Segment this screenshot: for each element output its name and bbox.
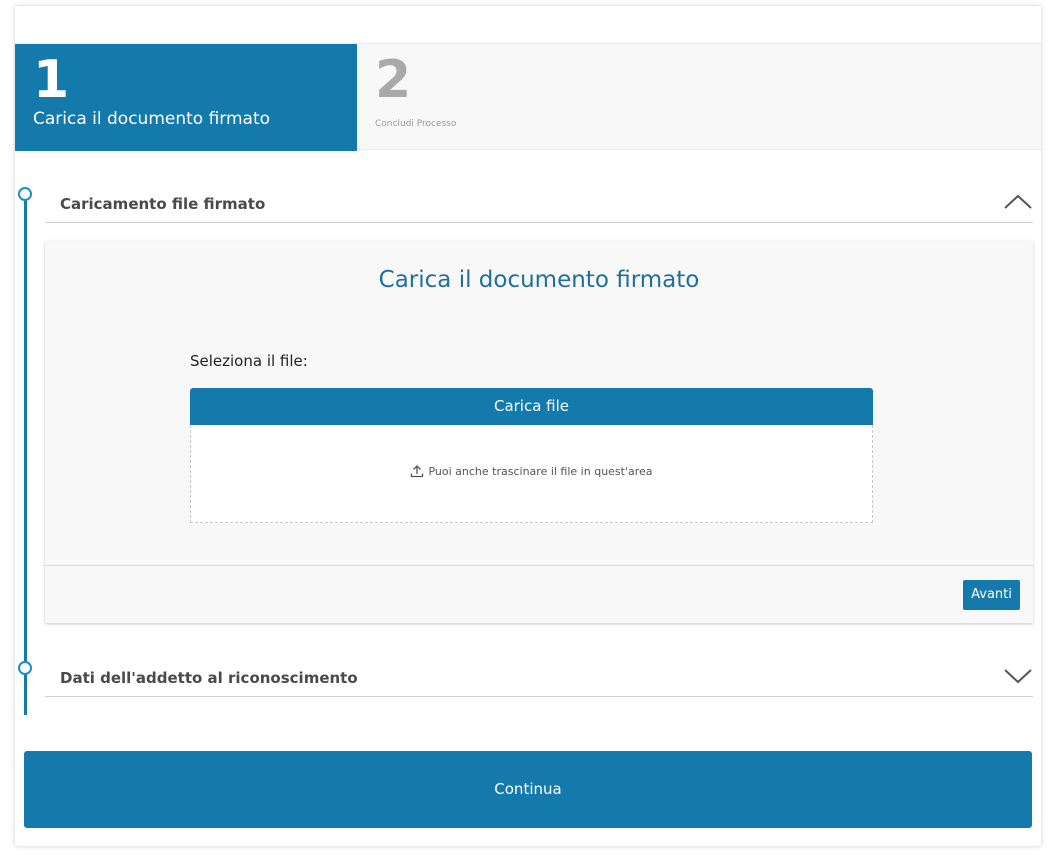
section-title-upload: Caricamento file firmato [60, 195, 266, 213]
stepper: 1 Carica il documento firmato 2 Concludi… [15, 43, 1041, 151]
drop-zone[interactable]: Puoi anche trascinare il file in quest'a… [190, 425, 873, 523]
continue-button[interactable]: Continua [24, 751, 1032, 828]
panel-footer: Avanti [45, 565, 1033, 623]
step-2-number: 2 [375, 50, 412, 110]
upload-icon [411, 465, 424, 478]
timeline-line [18, 187, 32, 715]
panel-title: Carica il documento firmato [378, 267, 700, 293]
section-header-operator[interactable]: Dati dell'addetto al riconoscimento [45, 659, 1033, 697]
upload-panel: Carica il documento firmato Seleziona il… [45, 241, 1033, 623]
section-header-upload[interactable]: Caricamento file firmato [45, 185, 1033, 223]
step-1-label: Carica il documento firmato [33, 109, 271, 129]
chevron-down-icon[interactable] [1003, 665, 1033, 687]
step-2-label: Concludi Processo [375, 119, 457, 129]
select-file-label: Seleziona il file: [190, 352, 308, 370]
timeline-dot-1 [18, 187, 32, 201]
step-1[interactable]: 1 Carica il documento firmato [15, 44, 357, 151]
upload-file-button[interactable]: Carica file [190, 388, 873, 425]
next-button[interactable]: Avanti [963, 580, 1020, 610]
chevron-up-icon[interactable] [1003, 191, 1033, 213]
drop-hint: Puoi anche trascinare il file in quest'a… [191, 464, 872, 478]
step-1-number: 1 [33, 50, 70, 110]
section-title-operator: Dati dell'addetto al riconoscimento [60, 669, 358, 687]
drop-hint-text: Puoi anche trascinare il file in quest'a… [428, 465, 653, 478]
wizard-card: 1 Carica il documento firmato 2 Concludi… [15, 6, 1041, 846]
timeline-dot-2 [18, 661, 32, 675]
step-2[interactable]: 2 Concludi Processo [357, 44, 657, 151]
